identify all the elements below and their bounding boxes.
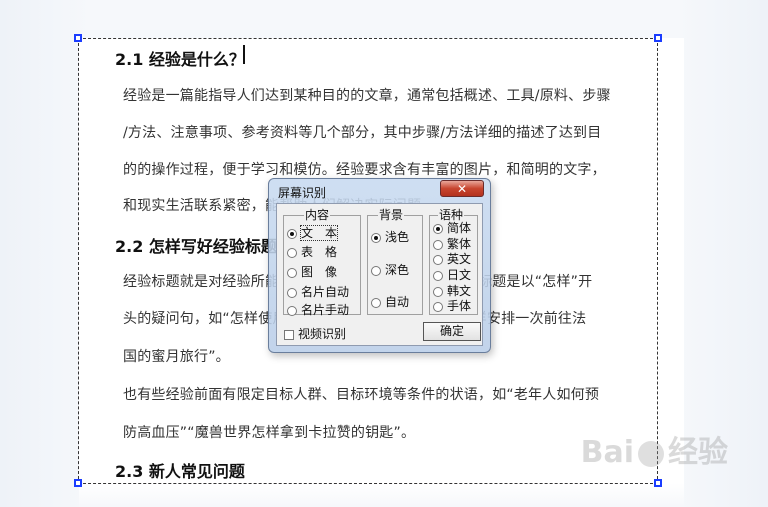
close-icon: ✕ <box>456 182 468 196</box>
resize-handle-top-left[interactable] <box>74 34 82 42</box>
watermark-left: Bai <box>580 435 634 470</box>
resize-handle-bottom-left[interactable] <box>74 479 82 487</box>
language-group-label: 语种 <box>438 208 465 222</box>
background-group-label: 背景 <box>378 208 405 222</box>
radio-dot-icon <box>287 288 297 298</box>
radio-dot-icon <box>433 255 443 265</box>
radio-background-dark[interactable]: 深色 <box>371 263 409 277</box>
radio-dot-icon <box>287 268 297 278</box>
content-group-label: 内容 <box>304 208 331 222</box>
radio-content-card-auto[interactable]: 名片自动 <box>287 285 349 299</box>
radio-dot-icon <box>433 302 443 312</box>
radio-dot-icon <box>287 229 297 239</box>
radio-language-traditional[interactable]: 繁体 <box>433 237 471 251</box>
radio-language-simplified[interactable]: 简体 <box>433 221 471 235</box>
radio-dot-icon <box>433 224 443 234</box>
paw-icon <box>638 440 664 467</box>
background-group: 背景 浅色 深色 自动 <box>367 208 423 315</box>
radio-dot-icon <box>287 306 297 316</box>
radio-dot-icon <box>371 233 381 243</box>
radio-background-auto[interactable]: 自动 <box>371 295 409 309</box>
ok-button[interactable]: 确定 <box>423 322 481 341</box>
checkbox-icon <box>284 330 294 340</box>
screen-recognition-dialog: 屏幕识别 ✕ 内容 文 本 表 格 图 像 名片自动 名片手动 背景 浅色 深色… <box>268 178 491 353</box>
radio-content-table[interactable]: 表 格 <box>287 245 337 259</box>
radio-language-handwriting[interactable]: 手体 <box>433 299 471 313</box>
dialog-title: 屏幕识别 <box>278 186 327 200</box>
radio-content-image[interactable]: 图 像 <box>287 265 337 279</box>
radio-dot-icon <box>433 287 443 297</box>
radio-dot-icon <box>433 240 443 250</box>
radio-dot-icon <box>371 298 381 308</box>
video-recognition-checkbox[interactable]: 视频识别 <box>284 325 346 342</box>
watermark: Bai 经验 <box>581 427 728 471</box>
language-group: 语种 简体 繁体 英文 日文 韩文 手体 <box>429 208 478 315</box>
radio-language-english[interactable]: 英文 <box>433 252 471 266</box>
radio-language-japanese[interactable]: 日文 <box>433 268 471 282</box>
radio-language-korean[interactable]: 韩文 <box>433 284 471 298</box>
close-button[interactable]: ✕ <box>440 180 484 197</box>
watermark-right: 经验 <box>668 435 728 470</box>
radio-dot-icon <box>433 271 443 281</box>
content-group: 内容 文 本 表 格 图 像 名片自动 名片手动 <box>283 208 361 317</box>
radio-content-card-manual[interactable]: 名片手动 <box>287 303 349 317</box>
dialog-client-area: 内容 文 本 表 格 图 像 名片自动 名片手动 背景 浅色 深色 自动 语种 … <box>276 203 483 346</box>
radio-dot-icon <box>287 248 297 258</box>
resize-handle-top-right[interactable] <box>654 34 662 42</box>
radio-background-light[interactable]: 浅色 <box>371 230 409 244</box>
radio-content-text[interactable]: 文 本 <box>287 225 339 241</box>
resize-handle-bottom-right[interactable] <box>654 479 662 487</box>
radio-dot-icon <box>371 266 381 276</box>
